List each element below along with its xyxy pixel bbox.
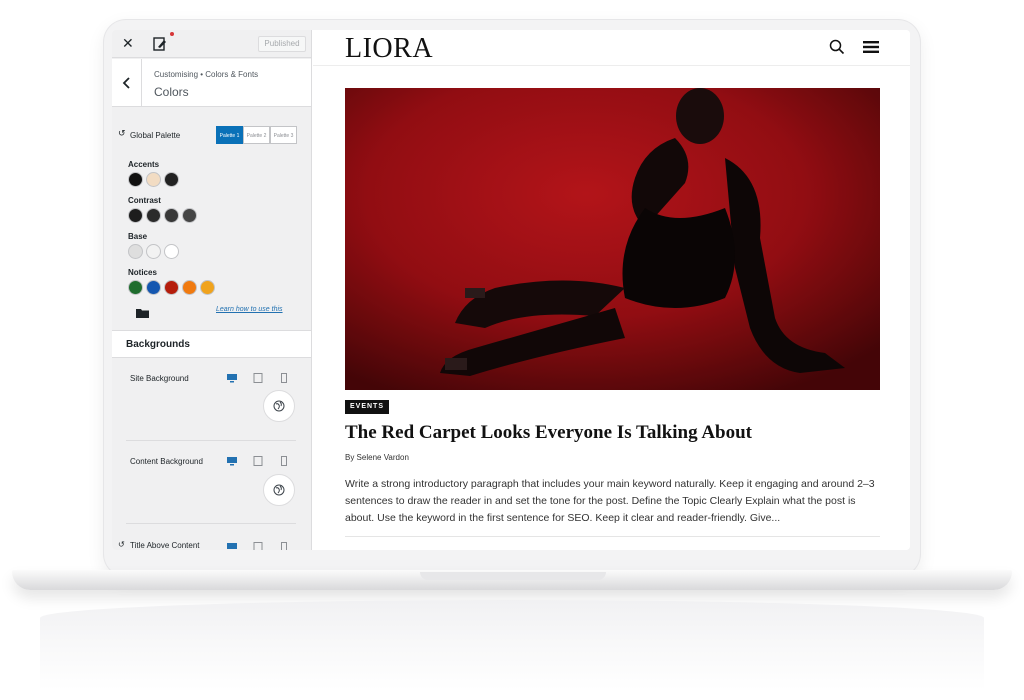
search-icon[interactable] (829, 39, 845, 55)
published-button[interactable]: Published (258, 36, 306, 52)
color-swatch[interactable] (164, 244, 179, 259)
divider (126, 523, 296, 524)
laptop-reflection (40, 600, 984, 690)
post-excerpt: Write a strong introductory paragraph th… (345, 478, 875, 524)
featured-image[interactable] (345, 88, 880, 390)
color-swatch[interactable] (128, 172, 143, 187)
category-tag[interactable]: EVENTS (345, 400, 390, 414)
desktop-icon[interactable] (226, 456, 238, 466)
site-logo[interactable]: LIORA (345, 33, 433, 65)
color-swatch[interactable] (146, 208, 161, 223)
accents-label: Accents (128, 160, 160, 169)
site-preview: LIORA EVENTS The Red Carpet Looks Everyo… (313, 30, 910, 550)
divider (126, 440, 296, 441)
backgrounds-section-header: Backgrounds (112, 330, 311, 358)
desktop-icon[interactable] (226, 373, 238, 383)
folder-icon[interactable] (136, 308, 149, 318)
backgrounds-title: Backgrounds (126, 339, 190, 350)
mobile-icon[interactable] (278, 542, 290, 550)
learn-how-link[interactable]: Learn how to use this (216, 306, 283, 313)
color-swatch[interactable] (164, 172, 179, 187)
notification-dot (170, 32, 174, 36)
reset-icon[interactable]: ↺ (118, 540, 125, 549)
color-swatch[interactable] (146, 280, 161, 295)
global-palette-row: ↺ Global Palette Palette 1 Palette 2 Pal… (118, 126, 308, 146)
color-swatch[interactable] (128, 244, 143, 259)
tablet-icon[interactable] (252, 542, 264, 550)
post-byline: By Selene Vardon (345, 453, 409, 462)
palette-tab-1[interactable]: Palette 1 (216, 126, 243, 144)
content-background-label: Content Background (130, 457, 203, 466)
laptop-notch (420, 572, 606, 580)
color-swatch[interactable] (146, 244, 161, 259)
post-title[interactable]: The Red Carpet Looks Everyone Is Talking… (345, 422, 885, 444)
color-swatch[interactable] (128, 208, 143, 223)
tablet-icon[interactable] (252, 456, 264, 466)
palette-switcher: Palette 1 Palette 2 Palette 3 (216, 126, 297, 144)
base-label: Base (128, 232, 148, 241)
chevron-left-icon (122, 77, 130, 89)
base-swatches (128, 244, 179, 259)
mobile-icon[interactable] (278, 456, 290, 466)
device-switcher (226, 373, 290, 383)
close-icon[interactable]: ✕ (122, 36, 134, 52)
laptop-screen: ✕ Published Customising • Colors & Fonts… (112, 30, 910, 550)
panel-title: Colors (154, 85, 189, 99)
desktop-icon[interactable] (226, 542, 238, 550)
color-swatch[interactable] (182, 208, 197, 223)
color-swatch[interactable] (146, 172, 161, 187)
color-swatch[interactable] (128, 280, 143, 295)
content-background-color-button[interactable] (263, 474, 295, 506)
customizer-topbar: ✕ Published (112, 30, 311, 58)
customizer-sidebar: ✕ Published Customising • Colors & Fonts… (112, 30, 312, 550)
site-background-color-button[interactable] (263, 390, 295, 422)
notices-label: Notices (128, 268, 157, 277)
hamburger-menu-icon[interactable] (863, 40, 879, 54)
breadcrumb: Customising • Colors & Fonts (154, 70, 259, 79)
panel-header: Customising • Colors & Fonts Colors (112, 59, 311, 107)
globe-icon (273, 484, 285, 496)
contrast-label: Contrast (128, 196, 161, 205)
color-swatch[interactable] (164, 208, 179, 223)
brush-icon[interactable] (152, 36, 168, 52)
site-header: LIORA (313, 30, 910, 66)
accents-swatches (128, 172, 179, 187)
device-switcher (226, 542, 290, 550)
contrast-swatches (128, 208, 197, 223)
color-swatch[interactable] (200, 280, 215, 295)
device-switcher (226, 456, 290, 466)
notices-swatches (128, 280, 215, 295)
color-swatch[interactable] (182, 280, 197, 295)
globe-icon (273, 400, 285, 412)
palette-tab-3[interactable]: Palette 3 (270, 126, 297, 144)
palette-tab-2[interactable]: Palette 2 (243, 126, 270, 144)
tablet-icon[interactable] (252, 373, 264, 383)
reset-icon[interactable]: ↺ (118, 129, 126, 139)
color-swatch[interactable] (164, 280, 179, 295)
back-button[interactable] (112, 59, 142, 107)
global-palette-label: Global Palette (130, 131, 181, 140)
title-above-content-label: Title Above Content (130, 541, 200, 550)
site-background-label: Site Background (130, 374, 189, 383)
divider (345, 536, 880, 537)
mobile-icon[interactable] (278, 373, 290, 383)
